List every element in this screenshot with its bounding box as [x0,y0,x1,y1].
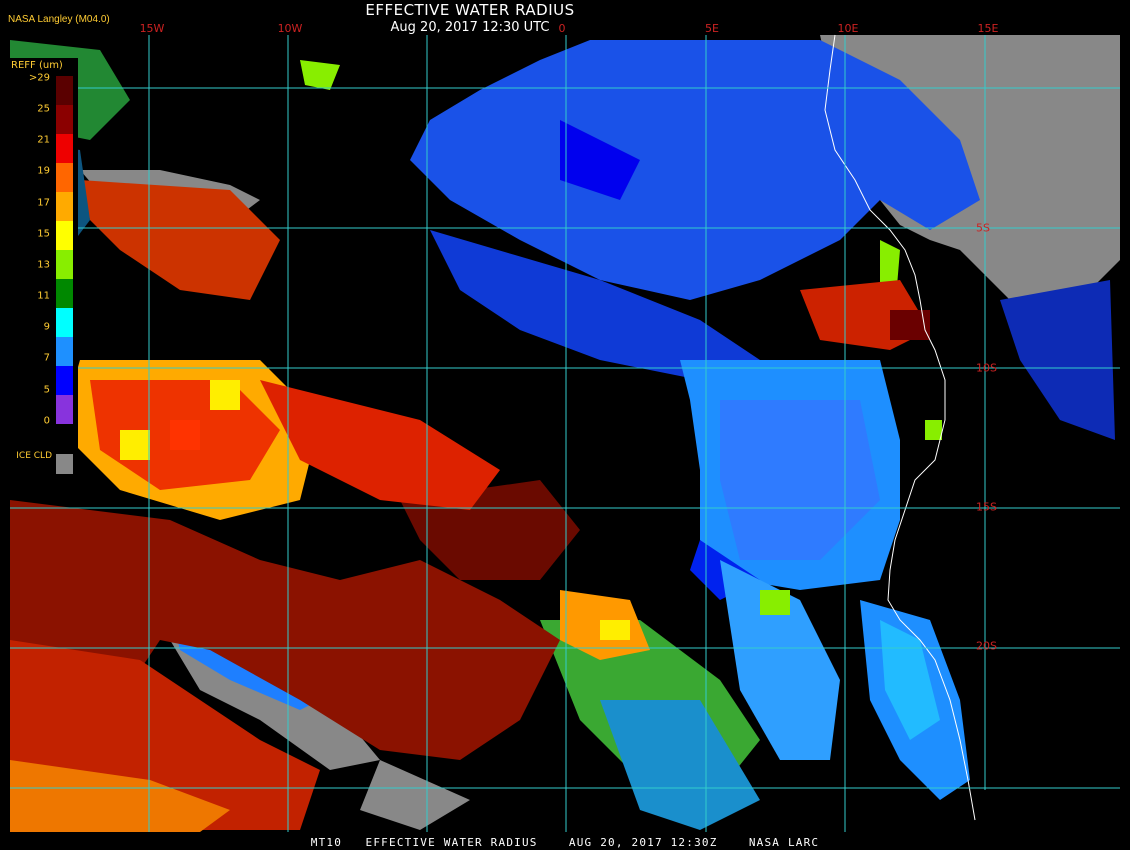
color-legend: REFF (um) >29 25 21 19 17 15 13 11 9 7 5 0 ICE CLD [8,58,78,488]
legend-label: 11 [37,290,50,302]
credit-label: NASA Langley (M04.0) [8,14,110,25]
legend-swatch [56,76,73,105]
legend-label: 5 [43,384,50,396]
legend-swatch [56,163,73,192]
lat-label-5s: 5S [976,221,990,235]
lon-label-15e: 15E [977,22,999,35]
lon-label-5e: 5E [705,22,719,35]
legend-title: REFF (um) [11,60,63,71]
legend-swatch [56,337,73,366]
legend-label: 15 [37,228,50,240]
legend-label: >29 [28,72,50,84]
legend-swatch [56,395,73,424]
legend-swatch [56,366,73,395]
legend-swatch [56,105,73,134]
legend-label: 19 [37,165,50,177]
lat-label-15s: 15S [976,500,997,514]
lon-label-15w: 15W [139,22,165,35]
legend-label: 25 [37,103,50,115]
legend-label: 17 [37,197,50,209]
lat-label-10s: 10S [976,361,997,375]
legend-label: 7 [43,352,50,364]
legend-swatch [56,250,73,279]
legend-swatch [56,308,73,337]
legend-swatch [56,134,73,163]
ice-cloud-label: ICE CLD [16,451,52,461]
legend-label: 9 [43,321,50,333]
ice-cloud-swatch [56,454,73,474]
legend-swatch [56,221,73,250]
legend-swatch [56,279,73,308]
legend-label: 0 [43,415,50,427]
lon-label-0: 0 [558,22,566,35]
lat-label-20s: 20S [976,639,997,653]
map-title: EFFECTIVE WATER RADIUS [365,1,575,19]
lon-label-10e: 10E [837,22,859,35]
cloud-map [0,0,1130,850]
legend-label: 21 [37,134,50,146]
legend-swatch [56,192,73,221]
lon-label-10w: 10W [277,22,303,35]
legend-label: 13 [37,259,50,271]
footer-caption: MT10 EFFECTIVE WATER RADIUS AUG 20, 2017… [310,836,820,849]
